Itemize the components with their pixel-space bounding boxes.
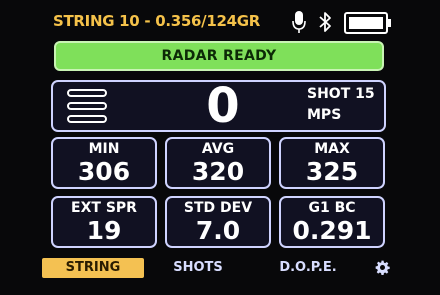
tab-string[interactable]: STRING [42,258,144,278]
tab-dope[interactable]: D.O.P.E. [268,258,348,278]
velocity-value: 0 [206,78,240,134]
battery-icon [344,12,391,34]
stat-label: G1 BC [308,200,356,216]
stat-label: MIN [88,141,120,157]
stat-min: MIN 306 [51,137,157,189]
microphone-icon[interactable] [292,10,306,34]
radar-status-banner: RADAR READY [54,41,384,71]
stat-value: 0.291 [292,216,372,245]
stat-value: 325 [305,157,359,186]
shot-number: SHOT 15 [307,86,375,102]
stat-value: 306 [77,157,131,186]
stat-value: 19 [86,216,122,245]
stat-label: MAX [314,141,350,157]
stat-g1-bc: G1 BC 0.291 [279,196,385,248]
stat-avg: AVG 320 [165,137,271,189]
stat-label: STD DEV [183,200,253,216]
stat-std-dev: STD DEV 7.0 [165,196,271,248]
stat-max: MAX 325 [279,137,385,189]
string-title: STRING 10 - 0.356/124GR [53,12,260,30]
menu-icon[interactable] [67,86,107,126]
stat-value: 320 [191,157,245,186]
velocity-panel: 0 SHOT 15 MPS [51,78,386,134]
gear-icon[interactable] [375,260,390,275]
velocity-unit: MPS [307,107,342,123]
stat-value: 7.0 [195,216,241,245]
bluetooth-icon[interactable] [318,10,332,34]
stat-extreme-spread: EXT SPR 19 [51,196,157,248]
stat-label: EXT SPR [71,200,137,216]
bottom-tab-bar: STRING SHOTS D.O.P.E. [42,258,397,278]
device-screen: STRING 10 - 0.356/124GR RADAR READY 0 SH… [0,0,440,295]
stat-label: AVG [201,141,235,157]
tab-shots[interactable]: SHOTS [160,258,236,278]
